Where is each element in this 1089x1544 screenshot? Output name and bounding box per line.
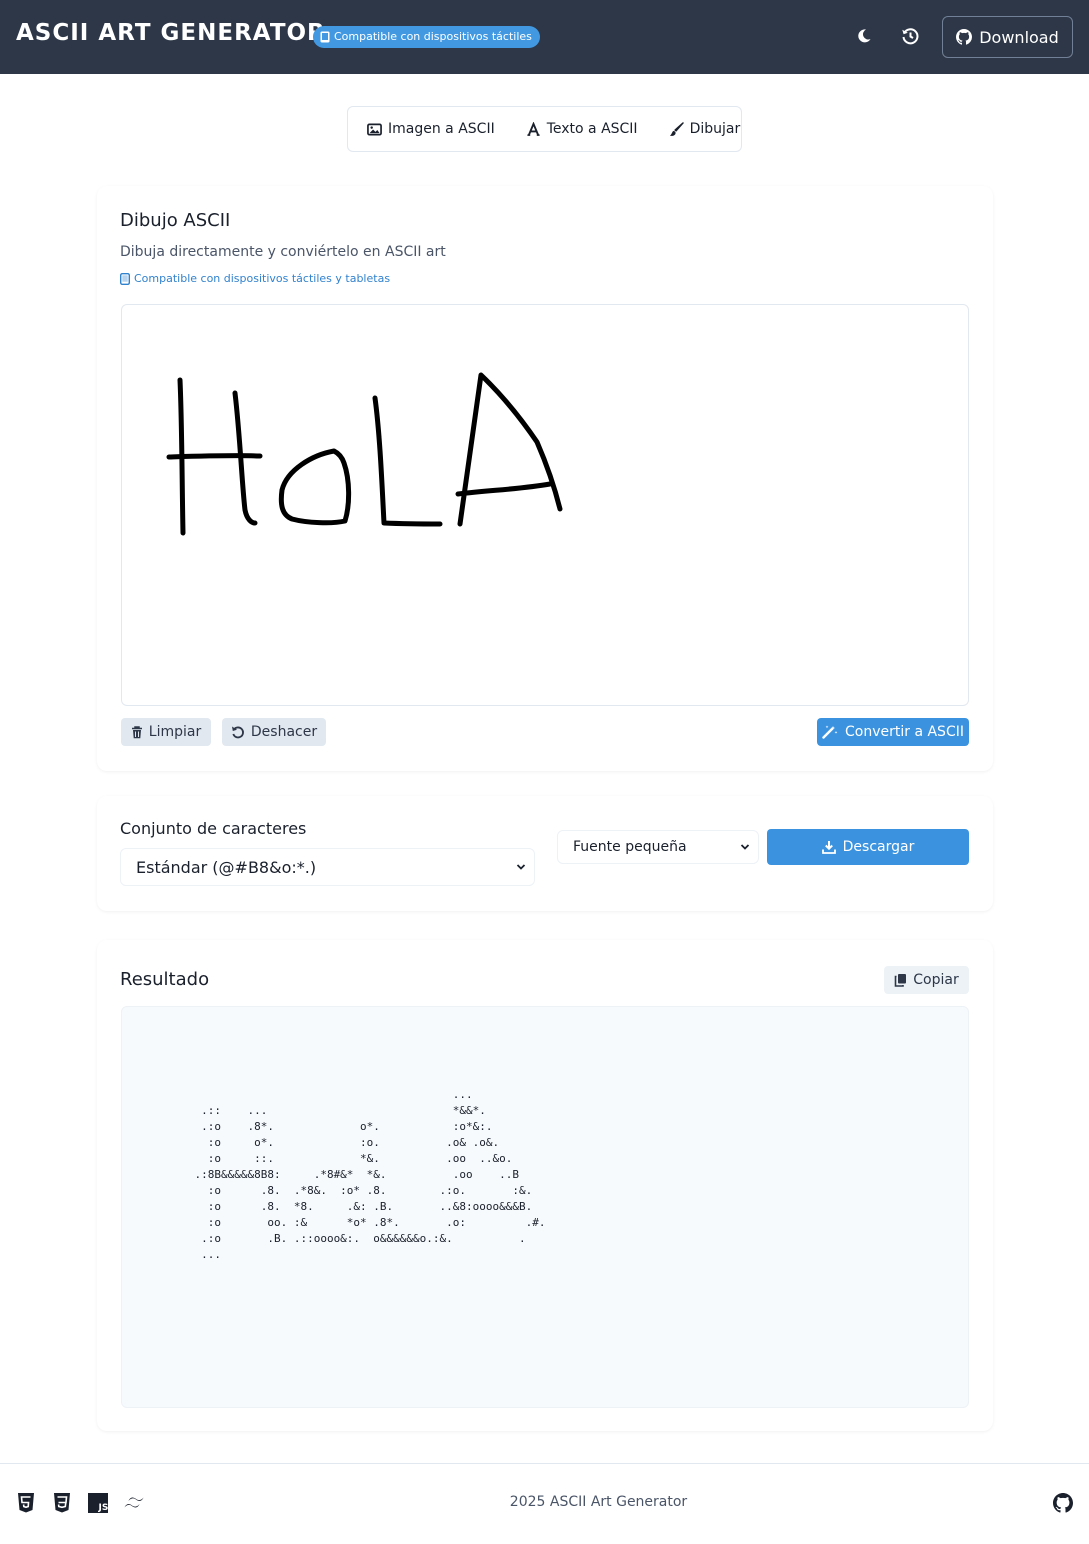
convert-to-ascii-button[interactable]: Convertir a ASCII xyxy=(817,718,969,746)
history-icon[interactable] xyxy=(898,24,922,48)
download-label: Download xyxy=(979,27,1059,47)
tablet-icon xyxy=(320,31,330,43)
ascii-output-box[interactable]: ... .:: ... *&&*. .:o .8*. o*. :o*&:. :o… xyxy=(121,1006,969,1408)
footer-text: 2025 ASCII Art Generator xyxy=(509,1494,688,1510)
tab-label: Imagen a ASCII xyxy=(388,121,495,137)
copy-label: Copiar xyxy=(913,972,959,988)
clear-label: Limpiar xyxy=(148,724,202,740)
top-navbar: ASCII ART GENERATOR Compatible con dispo… xyxy=(0,0,1089,74)
font-size-selected-value: Fuente pequeña xyxy=(573,839,687,855)
tablet-icon xyxy=(120,272,130,285)
footer-divider xyxy=(0,1463,1089,1464)
ascii-output: ... .:: ... *&&*. .:o .8*. o*. :o*&:. :o… xyxy=(194,1088,546,1261)
undo-icon xyxy=(231,726,244,739)
tab-draw[interactable]: Dibujar xyxy=(669,107,741,151)
result-title: Resultado xyxy=(120,969,210,990)
options-card: Conjunto de caracteres Estándar (@#B8&o:… xyxy=(97,796,993,911)
clear-button[interactable]: Limpiar xyxy=(121,718,211,746)
result-card: Resultado Copiar ... .:: ... *&&*. .:o .… xyxy=(97,940,993,1431)
touch-support-note: Compatible con dispositivos táctiles y t… xyxy=(120,272,390,285)
download-icon xyxy=(821,841,836,854)
font-icon xyxy=(527,121,540,136)
download-ascii-label: Descargar xyxy=(842,839,915,855)
drawing-card: Dibujo ASCII Dibuja directamente y convi… xyxy=(97,186,993,771)
trash-icon xyxy=(131,725,142,738)
touch-note-label: Compatible con dispositivos táctiles y t… xyxy=(134,272,391,285)
drawing-strokes xyxy=(166,372,563,536)
charset-select[interactable]: Estándar (@#B8&o:*.) xyxy=(120,848,535,886)
moon-icon[interactable] xyxy=(852,24,876,48)
drawing-section-title: Dibujo ASCII xyxy=(120,210,231,231)
footer-copyright: 2025 ASCII Art Generator xyxy=(0,1494,1089,1510)
tab-label: Texto a ASCII xyxy=(546,121,638,137)
drawing-canvas[interactable] xyxy=(121,304,969,706)
tab-label: Dibujar xyxy=(689,121,741,137)
undo-button[interactable]: Deshacer xyxy=(222,718,326,746)
github-icon xyxy=(956,29,973,45)
drawing-section-description: Dibuja directamente y conviértelo en ASC… xyxy=(120,244,446,260)
touch-compatible-badge: Compatible con dispositivos táctiles xyxy=(313,26,540,48)
image-icon xyxy=(367,123,382,135)
mode-tabs: Imagen a ASCII Texto a ASCII Dibujar xyxy=(347,106,742,152)
font-size-select[interactable]: Fuente pequeña xyxy=(557,830,759,864)
github-icon[interactable] xyxy=(1052,1492,1074,1514)
download-button[interactable]: Download xyxy=(942,16,1073,58)
tab-text-to-ascii[interactable]: Texto a ASCII xyxy=(526,107,638,151)
app-title: ASCII ART GENERATOR xyxy=(16,20,326,46)
brush-icon xyxy=(669,121,684,136)
convert-label: Convertir a ASCII xyxy=(845,724,964,740)
download-ascii-button[interactable]: Descargar xyxy=(767,829,969,865)
copy-icon xyxy=(894,974,907,987)
undo-label: Deshacer xyxy=(250,724,318,740)
tab-image-to-ascii[interactable]: Imagen a ASCII xyxy=(367,107,495,151)
charset-selected-value: Estándar (@#B8&o:*.) xyxy=(136,857,317,877)
touch-badge-label: Compatible con dispositivos táctiles xyxy=(334,30,532,43)
magic-wand-icon xyxy=(822,725,838,739)
chevron-down-icon xyxy=(516,864,526,870)
copy-button[interactable]: Copiar xyxy=(884,966,969,994)
charset-label: Conjunto de caracteres xyxy=(120,819,307,838)
chevron-down-icon xyxy=(740,844,750,850)
